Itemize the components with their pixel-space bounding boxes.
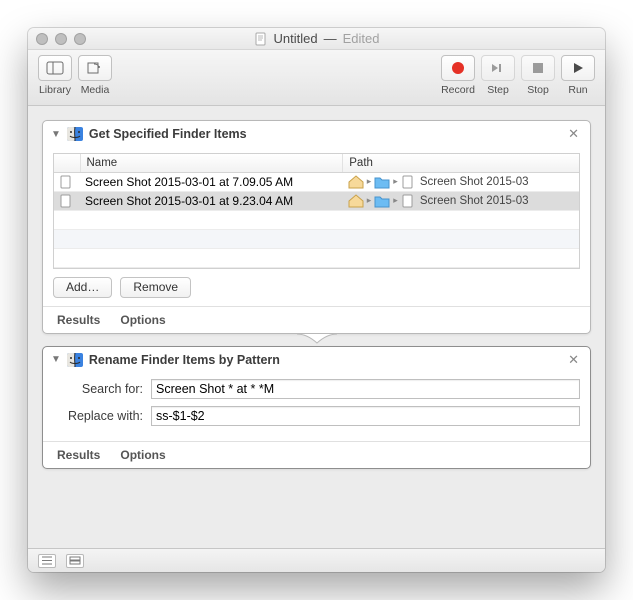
file-icon	[59, 194, 73, 208]
replace-with-label: Replace with:	[53, 409, 143, 423]
disclosure-triangle-icon[interactable]: ▼	[51, 129, 61, 140]
path-column-header[interactable]: Path	[343, 154, 579, 172]
record-button[interactable]	[441, 55, 475, 81]
action-connector	[42, 334, 591, 346]
chevron-right-icon: ▸	[393, 195, 398, 206]
path-breadcrumb: ▸ ▸ Screen Shot 2015-03	[348, 194, 574, 208]
minimize-window-button[interactable]	[55, 33, 67, 45]
stop-icon	[531, 61, 545, 75]
action-title: Rename Finder Items by Pattern	[89, 353, 280, 367]
icon-column-header[interactable]	[54, 154, 80, 172]
media-icon	[86, 61, 104, 75]
automator-window: Untitled — Edited Library Media Record	[28, 28, 605, 572]
close-action-button[interactable]: ✕	[565, 126, 582, 142]
variables-view-button[interactable]	[66, 554, 84, 568]
replace-with-input[interactable]	[151, 406, 580, 426]
status-bar	[28, 548, 605, 572]
stop-label: Stop	[527, 84, 549, 96]
name-column-header[interactable]: Name	[80, 154, 343, 172]
action-header[interactable]: ▼ Rename Finder Items by Pattern ✕	[43, 347, 590, 373]
workflow-area: ▼ Get Specified Finder Items ✕ Name Path	[28, 106, 605, 548]
list-icon	[41, 556, 53, 565]
path-breadcrumb: ▸ ▸ Screen Shot 2015-03	[348, 175, 574, 189]
action-rename-finder-items-by-pattern: ▼ Rename Finder Items by Pattern ✕ Searc…	[42, 346, 591, 469]
stack-icon	[69, 556, 81, 565]
results-tab[interactable]: Results	[57, 448, 100, 462]
options-tab[interactable]: Options	[120, 448, 165, 462]
close-action-button[interactable]: ✕	[565, 352, 582, 368]
folder-icon	[374, 175, 390, 189]
step-label: Step	[487, 84, 509, 96]
run-icon	[571, 61, 585, 75]
stop-button[interactable]	[521, 55, 555, 81]
chevron-right-icon: ▸	[367, 176, 372, 187]
search-for-label: Search for:	[53, 382, 143, 396]
window-title: Untitled — Edited	[254, 31, 380, 46]
action-title: Get Specified Finder Items	[89, 127, 247, 141]
file-icon	[59, 175, 73, 189]
record-label: Record	[441, 84, 475, 96]
remove-button[interactable]: Remove	[120, 277, 191, 298]
media-label: Media	[81, 84, 110, 96]
library-icon	[46, 61, 64, 75]
add-button[interactable]: Add…	[53, 277, 112, 298]
file-icon	[401, 175, 415, 189]
library-label: Library	[39, 84, 71, 96]
log-view-button[interactable]	[38, 554, 56, 568]
results-tab[interactable]: Results	[57, 313, 100, 327]
close-window-button[interactable]	[36, 33, 48, 45]
media-button[interactable]	[78, 55, 112, 81]
chevron-right-icon: ▸	[367, 195, 372, 206]
chevron-right-icon: ▸	[393, 176, 398, 187]
home-folder-icon	[348, 175, 364, 189]
action-get-specified-finder-items: ▼ Get Specified Finder Items ✕ Name Path	[42, 120, 591, 334]
search-for-input[interactable]	[151, 379, 580, 399]
file-icon	[401, 194, 415, 208]
run-button[interactable]	[561, 55, 595, 81]
titlebar: Untitled — Edited	[28, 28, 605, 50]
table-row[interactable]: Screen Shot 2015-03-01 at 9.23.04 AM ▸ ▸…	[54, 191, 579, 210]
items-table: Name Path Screen Shot 2015-03-01 at 7.09…	[53, 153, 580, 269]
traffic-lights	[36, 33, 86, 45]
step-button[interactable]	[481, 55, 515, 81]
run-label: Run	[568, 84, 587, 96]
document-icon	[254, 32, 268, 46]
step-icon	[490, 61, 506, 75]
action-header[interactable]: ▼ Get Specified Finder Items ✕	[43, 121, 590, 147]
zoom-window-button[interactable]	[74, 33, 86, 45]
finder-icon	[67, 127, 83, 141]
options-tab[interactable]: Options	[120, 313, 165, 327]
table-row[interactable]: Screen Shot 2015-03-01 at 7.09.05 AM ▸ ▸…	[54, 172, 579, 191]
disclosure-triangle-icon[interactable]: ▼	[51, 354, 61, 365]
toolbar: Library Media Record Step Stop	[28, 50, 605, 106]
finder-icon	[67, 353, 83, 367]
library-button[interactable]	[38, 55, 72, 81]
folder-icon	[374, 194, 390, 208]
record-icon	[451, 61, 465, 75]
home-folder-icon	[348, 194, 364, 208]
